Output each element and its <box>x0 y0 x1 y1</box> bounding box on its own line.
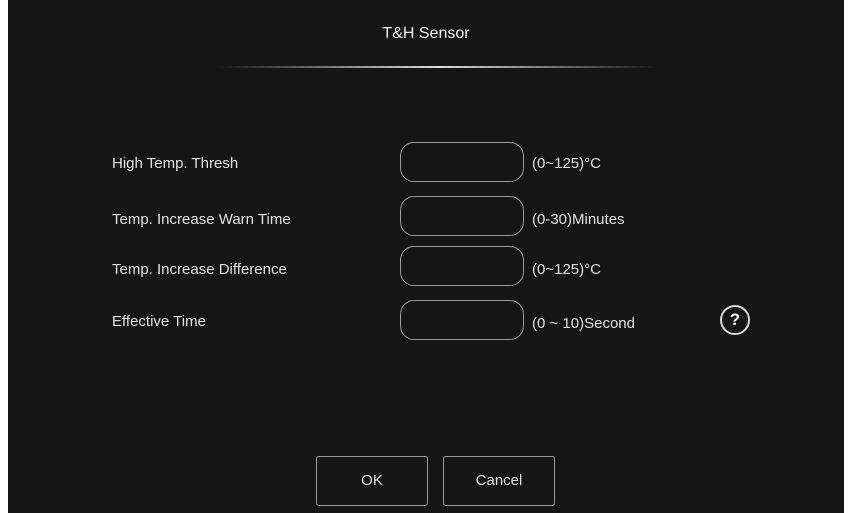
high-temp-thresh-input[interactable] <box>400 142 524 182</box>
effective-time-unit: (0 ~ 10)Second <box>532 315 635 332</box>
temp-increase-warn-time-unit: (0-30)Minutes <box>532 211 625 228</box>
question-icon[interactable]: ? <box>720 305 750 335</box>
temp-increase-warn-time-label: Temp. Increase Warn Time <box>112 211 291 228</box>
high-temp-thresh-label: High Temp. Thresh <box>112 155 239 172</box>
th-sensor-dialog: T&H Sensor High Temp. Thresh (0~125)°C T… <box>8 0 844 513</box>
dialog-title: T&H Sensor <box>382 25 470 42</box>
temp-increase-warn-time-input[interactable] <box>400 196 524 236</box>
temp-increase-difference-label: Temp. Increase Difference <box>112 261 287 278</box>
temp-increase-difference-unit: (0~125)°C <box>532 261 601 278</box>
high-temp-thresh-unit: (0~125)°C <box>532 155 601 172</box>
effective-time-input[interactable] <box>400 300 524 340</box>
title-divider <box>218 66 658 68</box>
effective-time-label: Effective Time <box>112 313 206 330</box>
cancel-button[interactable]: Cancel <box>443 456 555 506</box>
temp-increase-difference-input[interactable] <box>400 246 524 286</box>
ok-button[interactable]: OK <box>316 456 428 506</box>
